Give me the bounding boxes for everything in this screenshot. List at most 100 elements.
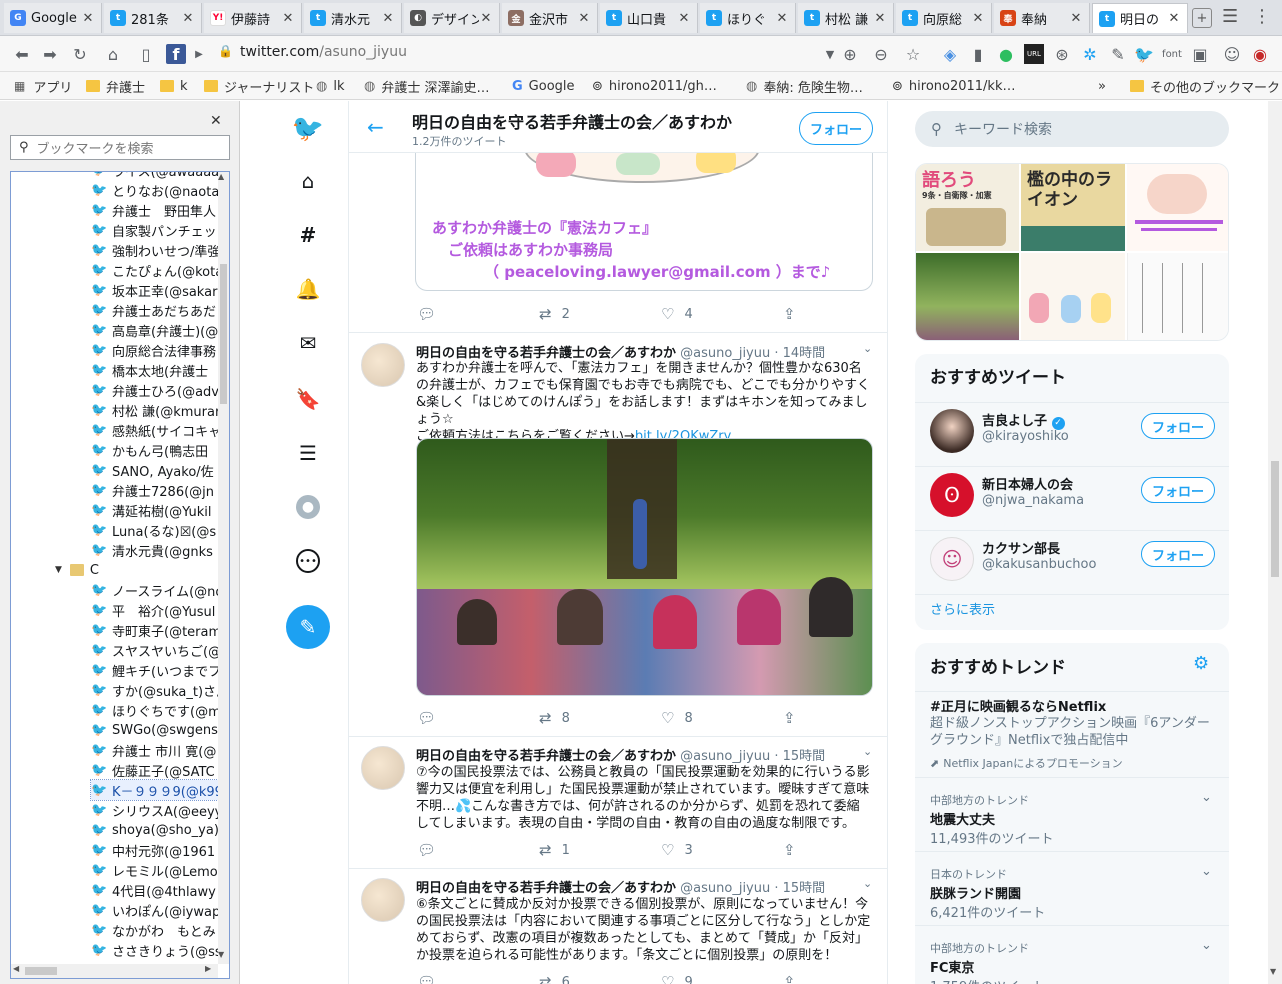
author-handle[interactable]: @asuno_jiyuu	[680, 749, 770, 764]
close-icon[interactable]: ✕	[677, 11, 691, 26]
bookmark-lk[interactable]: ◍ lk	[316, 77, 344, 95]
tab-design[interactable]: ◐ デザイン ✕	[404, 3, 500, 33]
profile-icon[interactable]: ●	[296, 495, 320, 519]
reload-icon[interactable]: ↻	[70, 44, 90, 64]
author-name[interactable]: 明日の自由を守る若手弁護士の会／あすわか	[416, 749, 676, 764]
bookmark-other[interactable]: その他のブックマーク	[1130, 77, 1280, 96]
bookmark-item[interactable]: 🐦 シリウスA(@eeyy8	[91, 800, 229, 820]
twitter-logo-icon[interactable]: 🐦	[292, 114, 324, 144]
close-icon[interactable]: ✕	[381, 11, 395, 26]
reply-button[interactable]: 💬︎	[417, 305, 539, 323]
tweet-time[interactable]: · 15時間	[774, 749, 825, 764]
tweet-time[interactable]: · 14時間	[774, 346, 825, 361]
avatar[interactable]: ☺	[930, 537, 974, 581]
close-icon[interactable]: ✕	[281, 11, 295, 26]
bookmark-item[interactable]: 🐦 強制わいせつ/準強	[91, 240, 229, 260]
bookmark-item[interactable]: 🐦 ノースライム(@no	[91, 580, 229, 600]
media-thumb[interactable]	[1127, 164, 1228, 251]
bookmark-item[interactable]: 🐦 ライス(@awaaaa)	[91, 172, 229, 180]
reply-button[interactable]: 💬︎	[417, 709, 539, 727]
bookmark-item[interactable]: 🐦 スヤスヤいちご(@	[91, 640, 229, 660]
bookmark-item[interactable]: 🐦 Luna(るな)☒(@s	[91, 520, 229, 540]
scroll-down-icon[interactable]: ▼	[218, 950, 224, 959]
star-icon[interactable]: ☆	[903, 44, 923, 64]
retweet-button[interactable]: ⇄ 1	[539, 841, 661, 859]
bookmark-item[interactable]: 🐦 かもん弓(鴨志田	[91, 440, 229, 460]
avatar-icon[interactable]: ☺	[1222, 44, 1242, 64]
tab-twitter-1[interactable]: t 281条 ✕	[104, 3, 202, 33]
bookmark-item[interactable]: 🐦 なかがわ もとみ	[91, 920, 229, 940]
menu-dots-icon[interactable]: ⋮	[1253, 6, 1271, 27]
tab-hounou[interactable]: 奉 奉納 ✕	[994, 3, 1090, 33]
media-thumb[interactable]: 檻の中のライオン	[1021, 164, 1125, 251]
tab-twitter-3[interactable]: t 山口貴 ✕	[600, 3, 698, 33]
bookmark-item[interactable]: 🐦 中村元弥(@1961	[91, 840, 229, 860]
like-button[interactable]: ♡ 8	[661, 709, 783, 727]
close-icon[interactable]: ✕	[971, 11, 985, 26]
tab-google[interactable]: G Google ✕	[4, 3, 102, 33]
bookmark-item[interactable]: 🐦 向原総合法律事務	[91, 340, 229, 360]
reply-button[interactable]: 💬︎	[417, 973, 539, 984]
bookmark-item[interactable]: 🐦 弁護士ひろ(@adv	[91, 380, 229, 400]
compose-tweet-button[interactable]: ✎	[286, 605, 330, 649]
close-icon[interactable]: ✕	[1069, 11, 1083, 26]
bookmark-item[interactable]: 🐦 弁護士あだちあだ	[91, 300, 229, 320]
suggestion-name[interactable]: 吉良よし子 ✓	[982, 410, 1065, 430]
bookmark-item[interactable]: 🐦 すか(@suka_t)さん	[91, 680, 229, 700]
avatar[interactable]	[361, 343, 405, 387]
suggestion-handle[interactable]: @njwa_nakama	[982, 493, 1084, 508]
close-icon[interactable]: ✕	[210, 113, 222, 129]
bookmark-apps[interactable]: ▦ アプリ	[14, 77, 72, 96]
address-bar[interactable]: twitter.com/asuno_jiyuu	[240, 44, 407, 60]
messages-mail-icon[interactable]: ✉	[296, 331, 320, 355]
follow-button[interactable]: フォロー	[799, 112, 873, 145]
bookmark-folder-bengoshi[interactable]: 弁護士	[86, 77, 145, 96]
page-scrollbar[interactable]: ▼	[1268, 101, 1282, 984]
tree-hscrollbar[interactable]: ◀ ▶	[11, 964, 218, 978]
follow-button[interactable]: フォロー	[1141, 541, 1215, 567]
close-icon[interactable]: ✕	[577, 11, 591, 26]
close-icon[interactable]: ✕	[1167, 11, 1181, 26]
bookmark-item[interactable]: 🐦 弁護士 野田隼人	[91, 200, 229, 220]
trend-item[interactable]: 日本のトレンド 朕脒ランド開園 6,421件のツイート ⌄	[915, 852, 1229, 925]
media-thumb[interactable]	[1127, 253, 1228, 340]
like-button[interactable]: ♡ 3	[661, 841, 783, 859]
target-icon[interactable]: ⊛	[1052, 44, 1072, 64]
share-button[interactable]: ⇪	[783, 709, 887, 727]
share-button[interactable]: ⇪	[783, 841, 887, 859]
overflow-arrow-icon[interactable]: ▶	[194, 44, 204, 64]
dropdown-icon[interactable]: ▼	[820, 44, 840, 64]
bookmark-item[interactable]: 🐦 高島章(弁護士)(@	[91, 320, 229, 340]
avatar[interactable]	[930, 409, 974, 453]
extension-icon[interactable]: ◉	[1250, 44, 1270, 64]
bookmark-item[interactable]: 🐦 橋本太地(弁護士	[91, 360, 229, 380]
tab-active[interactable]: t 明日の ✕	[1092, 3, 1188, 33]
scroll-up-icon[interactable]: ▲	[218, 172, 224, 181]
author-handle[interactable]: @asuno_jiyuu	[680, 881, 770, 896]
bookmark-folder-k[interactable]: k	[160, 77, 188, 95]
author-name[interactable]: 明日の自由を守る若手弁護士の会／あすわか	[416, 346, 676, 361]
tab-yahoo[interactable]: Y! 伊藤詩 ✕	[204, 3, 302, 33]
reply-button[interactable]: 💬︎	[417, 841, 539, 859]
extension-icon[interactable]: ✲	[1080, 44, 1100, 64]
bookmark-github-kk[interactable]: ⊚ hirono2011/kk…	[892, 77, 1015, 95]
follow-suggestion[interactable]: ☺ カクサン部長 @kakusanbuchoo フォロー	[915, 531, 1229, 594]
bookmark-item[interactable]: 🐦 K－９９９9(@k99	[90, 779, 229, 801]
bookmark-item[interactable]: 🐦 4代目(@4thlawy	[91, 880, 229, 900]
page-scrollbar-thumb[interactable]	[1271, 461, 1279, 577]
suggestion-handle[interactable]: @kirayoshiko	[982, 429, 1069, 444]
search-input[interactable]: ⚲ キーワード検索	[915, 111, 1229, 147]
back-arrow-icon[interactable]: ←	[367, 115, 384, 139]
book-icon[interactable]: ▯	[136, 44, 156, 64]
chevron-down-icon[interactable]: ⌄	[1201, 864, 1212, 879]
bookmark-search-input[interactable]: ⚲ ブックマークを検索	[10, 135, 230, 160]
bookmark-google[interactable]: G Google	[512, 77, 575, 95]
explore-hashtag-icon[interactable]: #	[296, 223, 320, 247]
media-thumb[interactable]: 語ろう 9条・自衛隊・加憲	[916, 164, 1019, 251]
bookmark-item[interactable]: 🐦 SWGo(@swgens	[91, 720, 229, 740]
zoom-out-icon[interactable]: ⊖	[871, 44, 891, 64]
close-icon[interactable]: ✕	[775, 11, 789, 26]
bookmark-item[interactable]: 🐦 ほりぐちです(@ms	[91, 700, 229, 720]
tab-twitter-2[interactable]: t 清水元 ✕	[304, 3, 402, 33]
media-thumb[interactable]	[1021, 253, 1125, 340]
